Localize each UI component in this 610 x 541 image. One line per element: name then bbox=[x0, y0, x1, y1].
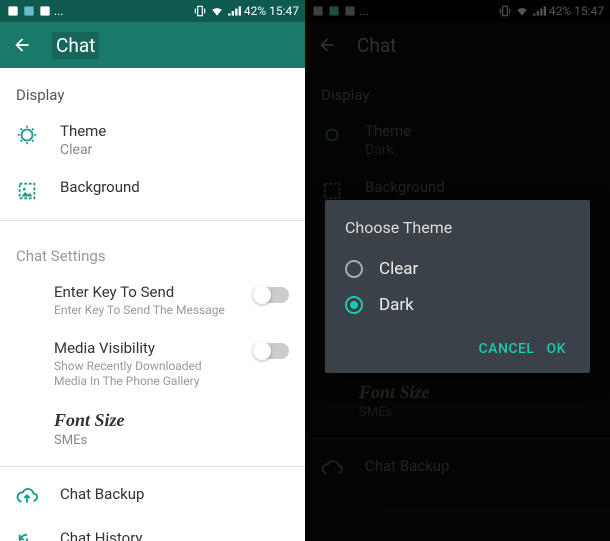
app-bar: Chat bbox=[0, 22, 305, 68]
radio-icon bbox=[345, 260, 363, 278]
history-label: Chat History bbox=[60, 529, 289, 541]
cancel-button[interactable]: CANCEL bbox=[475, 335, 539, 363]
signal-icon bbox=[227, 4, 241, 18]
screen-light: ... 42% 15:47 Chat Display Theme Clear bbox=[0, 0, 305, 541]
theme-dialog: Choose Theme Clear Dark CANCEL OK bbox=[325, 200, 590, 373]
enter-key-title: Enter Key To Send bbox=[54, 283, 231, 301]
chat-history-row[interactable]: Chat History bbox=[0, 519, 305, 541]
font-size-row[interactable]: Font Size SMEs bbox=[0, 400, 305, 458]
backup-label: Chat Backup bbox=[60, 485, 289, 503]
radio-clear[interactable]: Clear bbox=[345, 251, 570, 287]
dialog-title: Choose Theme bbox=[345, 218, 570, 237]
enter-key-row[interactable]: Enter Key To Send Enter Key To Send The … bbox=[0, 273, 305, 329]
display-header: Display bbox=[0, 68, 305, 112]
divider bbox=[0, 466, 305, 467]
font-size-value: SMEs bbox=[54, 433, 289, 448]
notif-icon bbox=[22, 4, 36, 18]
theme-row[interactable]: Theme Clear bbox=[0, 112, 305, 168]
theme-icon bbox=[16, 124, 38, 146]
status-bar: ... 42% 15:47 bbox=[0, 0, 305, 22]
divider bbox=[0, 220, 305, 221]
radio-label: Dark bbox=[379, 295, 414, 315]
radio-label: Clear bbox=[379, 259, 418, 279]
battery-text: 42% bbox=[244, 4, 266, 18]
media-sub: Show Recently Downloaded Media In The Ph… bbox=[54, 359, 231, 390]
notif-more: ... bbox=[54, 4, 64, 18]
ok-button[interactable]: OK bbox=[543, 335, 571, 363]
screen-dark: ... 42% 15:47 Chat Display Theme Dark bbox=[305, 0, 610, 541]
media-visibility-row[interactable]: Media Visibility Show Recently Downloade… bbox=[0, 329, 305, 400]
theme-value: Clear bbox=[60, 142, 289, 158]
cloud-upload-icon bbox=[16, 487, 38, 509]
radio-dark[interactable]: Dark bbox=[345, 287, 570, 323]
wifi-icon bbox=[210, 4, 224, 18]
background-label: Background bbox=[60, 178, 289, 196]
font-size-title: Font Size bbox=[54, 410, 289, 431]
back-icon[interactable] bbox=[12, 35, 32, 55]
chat-backup-row[interactable]: Chat Backup bbox=[0, 475, 305, 519]
chat-settings-header: Chat Settings bbox=[0, 229, 305, 273]
enter-key-sub: Enter Key To Send The Message bbox=[54, 303, 231, 319]
notif-icon bbox=[6, 4, 20, 18]
background-row[interactable]: Background bbox=[0, 168, 305, 212]
enter-key-toggle[interactable] bbox=[253, 287, 289, 303]
theme-label: Theme bbox=[60, 122, 289, 140]
page-title: Chat bbox=[52, 32, 99, 59]
wallpaper-icon bbox=[16, 180, 38, 202]
time-text: 15:47 bbox=[269, 4, 299, 18]
media-title: Media Visibility bbox=[54, 339, 231, 357]
vibrate-icon bbox=[193, 4, 207, 18]
media-toggle[interactable] bbox=[253, 343, 289, 359]
notif-icon bbox=[38, 4, 52, 18]
radio-icon bbox=[345, 296, 363, 314]
history-icon bbox=[16, 531, 38, 541]
